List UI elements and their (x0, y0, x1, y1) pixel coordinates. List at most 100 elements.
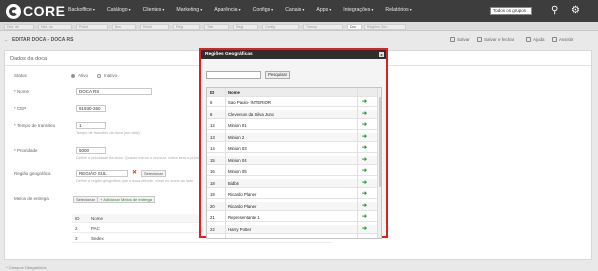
save-icon (450, 37, 455, 42)
brand-logo[interactable]: CORE (6, 3, 65, 19)
region-input[interactable]: REGIÃO SUL (76, 170, 128, 177)
close-icon[interactable]: x (379, 52, 384, 57)
tab-3[interactable]: Bus (112, 24, 136, 30)
help-icon (526, 37, 531, 42)
region-search-input[interactable] (206, 71, 261, 79)
chevron-down-icon: ▾ (409, 7, 412, 12)
nav-item-7[interactable]: Apps▾ (316, 7, 331, 13)
nav-item-9[interactable]: Relatórios▾ (385, 7, 411, 13)
select-arrow-icon[interactable]: ➔ (362, 179, 367, 188)
transit-time-hint: Tempo de transiteo da doca (em dias) (76, 131, 140, 135)
nav-item-2[interactable]: Clientes▾ (143, 7, 165, 13)
grid-row[interactable]: 20 Ricardo Planer ➔ (207, 201, 377, 211)
grid-row[interactable]: 21 Representante 1 ➔ (207, 213, 377, 222)
main-menu: Backoffice▾ Catálogo▾ Clientes▾ Marketing▾ A… (68, 7, 424, 13)
status-inactive-radio[interactable] (97, 73, 102, 78)
open-tabs-bar: Dist. de Hist. do Pedid Bus Resid Regi Tab. Reg… (0, 22, 598, 31)
column-divider (225, 88, 226, 238)
grid-row[interactable]: 13 Minion 2 ➔ (207, 132, 377, 142)
store-group-select[interactable]: Todos os grupos (490, 7, 532, 15)
transit-time-label: * Tempo de transiteo (14, 123, 56, 128)
tab-11[interactable]: Regiões Geo (364, 24, 406, 30)
select-arrow-icon[interactable]: ➔ (362, 202, 367, 211)
select-arrow-icon[interactable]: ➔ (362, 213, 367, 222)
chevron-down-icon: ▾ (200, 7, 203, 12)
grid-row[interactable]: 22 Harry Potter ➔ (207, 224, 377, 234)
chevron-down-icon: ▾ (238, 7, 241, 12)
search-button[interactable]: Pesquisar (265, 71, 291, 79)
grid-row[interactable]: 18 Bidbit ➔ (207, 178, 377, 188)
top-navbar: CORE Backoffice▾ Catálogo▾ Clientes▾ Market… (0, 0, 598, 22)
region-hint: Define a região geográfica que a doca at… (76, 179, 194, 183)
regions-modal: Regiões Geográficas x Pesquisar 22 Harry … (199, 48, 388, 239)
tab-7[interactable]: Regi (233, 24, 258, 30)
nav-item-5[interactable]: Configs▾ (253, 7, 274, 13)
select-arrow-icon[interactable]: ➔ (362, 225, 367, 234)
tab-2[interactable]: Pedid (76, 24, 108, 30)
select-arrow-icon[interactable]: ➔ (362, 133, 367, 142)
select-arrow-icon[interactable]: ➔ (362, 167, 367, 176)
tab-6[interactable]: Tab. (204, 24, 229, 30)
search-icon[interactable]: ⚲ (551, 5, 558, 17)
assist-button[interactable]: Assistir (552, 37, 574, 42)
grid-header-row: ID Nome (207, 88, 377, 97)
chevron-down-icon: ▾ (329, 7, 332, 12)
region-select-button[interactable]: Selecionar (141, 170, 166, 177)
grid-scrollbar[interactable] (377, 88, 381, 238)
grid-row[interactable]: 16 Minion 05 ➔ (207, 167, 377, 176)
scrollbar-thumb[interactable] (379, 97, 381, 187)
tab-0[interactable]: Dist. de (4, 24, 34, 30)
nav-item-3[interactable]: Marketing▾ (176, 7, 202, 13)
priority-input[interactable]: 5000 (76, 147, 106, 154)
clear-region-icon[interactable]: ✕ (132, 170, 137, 176)
section-title: Dados da doca (10, 56, 47, 62)
tab-10[interactable]: Doc (347, 24, 362, 30)
chevron-down-icon: ▾ (271, 7, 274, 12)
cep-input[interactable]: 91930-260 (76, 105, 106, 112)
back-arrow-icon[interactable]: ← (4, 37, 9, 43)
save-close-button[interactable]: Salvar e fechar (477, 37, 514, 42)
chevron-down-icon: ▾ (128, 7, 131, 12)
add-delivery-button[interactable]: + Adicionar Meios de entrega (97, 196, 155, 203)
select-arrow-icon[interactable]: ➔ (362, 98, 367, 107)
tab-9[interactable]: Transp (303, 24, 343, 30)
tab-8[interactable]: Config (262, 24, 299, 30)
tab-5[interactable]: Regi (173, 24, 200, 30)
modal-body: Pesquisar 22 Harry Potter ➔ 21 Representante… (201, 59, 386, 239)
modal-header: Regiões Geográficas x (201, 50, 386, 59)
grid-row[interactable]: 19 Ricardo Planer ➔ (207, 190, 377, 199)
page-toolbar: ← EDITAR DOCA - DOCA RS Salvar Salvar e … (0, 34, 598, 46)
nav-item-4[interactable]: Aparência▾ (214, 7, 240, 13)
grid-row[interactable]: 6 Sao Paulo- INTERIOR ➔ (207, 98, 377, 107)
select-arrow-icon[interactable]: ➔ (362, 190, 367, 199)
chevron-down-icon: ▾ (162, 7, 165, 12)
name-input[interactable]: DOCA RS (76, 88, 152, 95)
logo-mark-icon (6, 3, 21, 19)
grid-row[interactable]: 14 Minion 03 ➔ (207, 144, 377, 153)
delivery-select-button[interactable]: Selecionar (73, 196, 98, 203)
page-title-text: EDITAR DOCA - DOCA RS (12, 37, 74, 43)
grid-row[interactable]: 8 Cleverson da Silva Junc ➔ (207, 109, 377, 119)
brand-name: CORE (23, 3, 66, 19)
save-button[interactable]: Salvar (450, 37, 470, 42)
nav-item-1[interactable]: Catálogo▾ (107, 7, 131, 13)
status-active-radio[interactable] (71, 73, 75, 78)
grid-row[interactable]: 15 Minion 04 ➔ (207, 155, 377, 165)
grid-row[interactable]: 12 Minion 01 ➔ (207, 121, 377, 130)
required-fields-note: * Campos Obrigatórios (6, 265, 47, 270)
nav-item-0[interactable]: Backoffice▾ (68, 7, 95, 13)
tab-1[interactable]: Hist. do (38, 24, 72, 30)
modal-title: Regiões Geográficas (205, 52, 253, 57)
select-arrow-icon[interactable]: ➔ (362, 144, 367, 153)
nav-item-8[interactable]: Integrações▾ (343, 7, 373, 13)
transit-time-input[interactable]: 1 (76, 122, 106, 129)
select-arrow-icon[interactable]: ➔ (362, 156, 367, 165)
tab-4[interactable]: Resid (140, 24, 169, 30)
help-button[interactable]: Ajuda (526, 37, 545, 42)
gear-icon[interactable]: ⚙ (571, 5, 580, 17)
select-arrow-icon[interactable]: ➔ (362, 110, 367, 119)
select-arrow-icon[interactable]: ➔ (362, 121, 367, 130)
nav-item-6[interactable]: Canais▾ (285, 7, 304, 13)
chevron-down-icon: ▾ (92, 7, 95, 12)
column-divider (357, 88, 358, 238)
